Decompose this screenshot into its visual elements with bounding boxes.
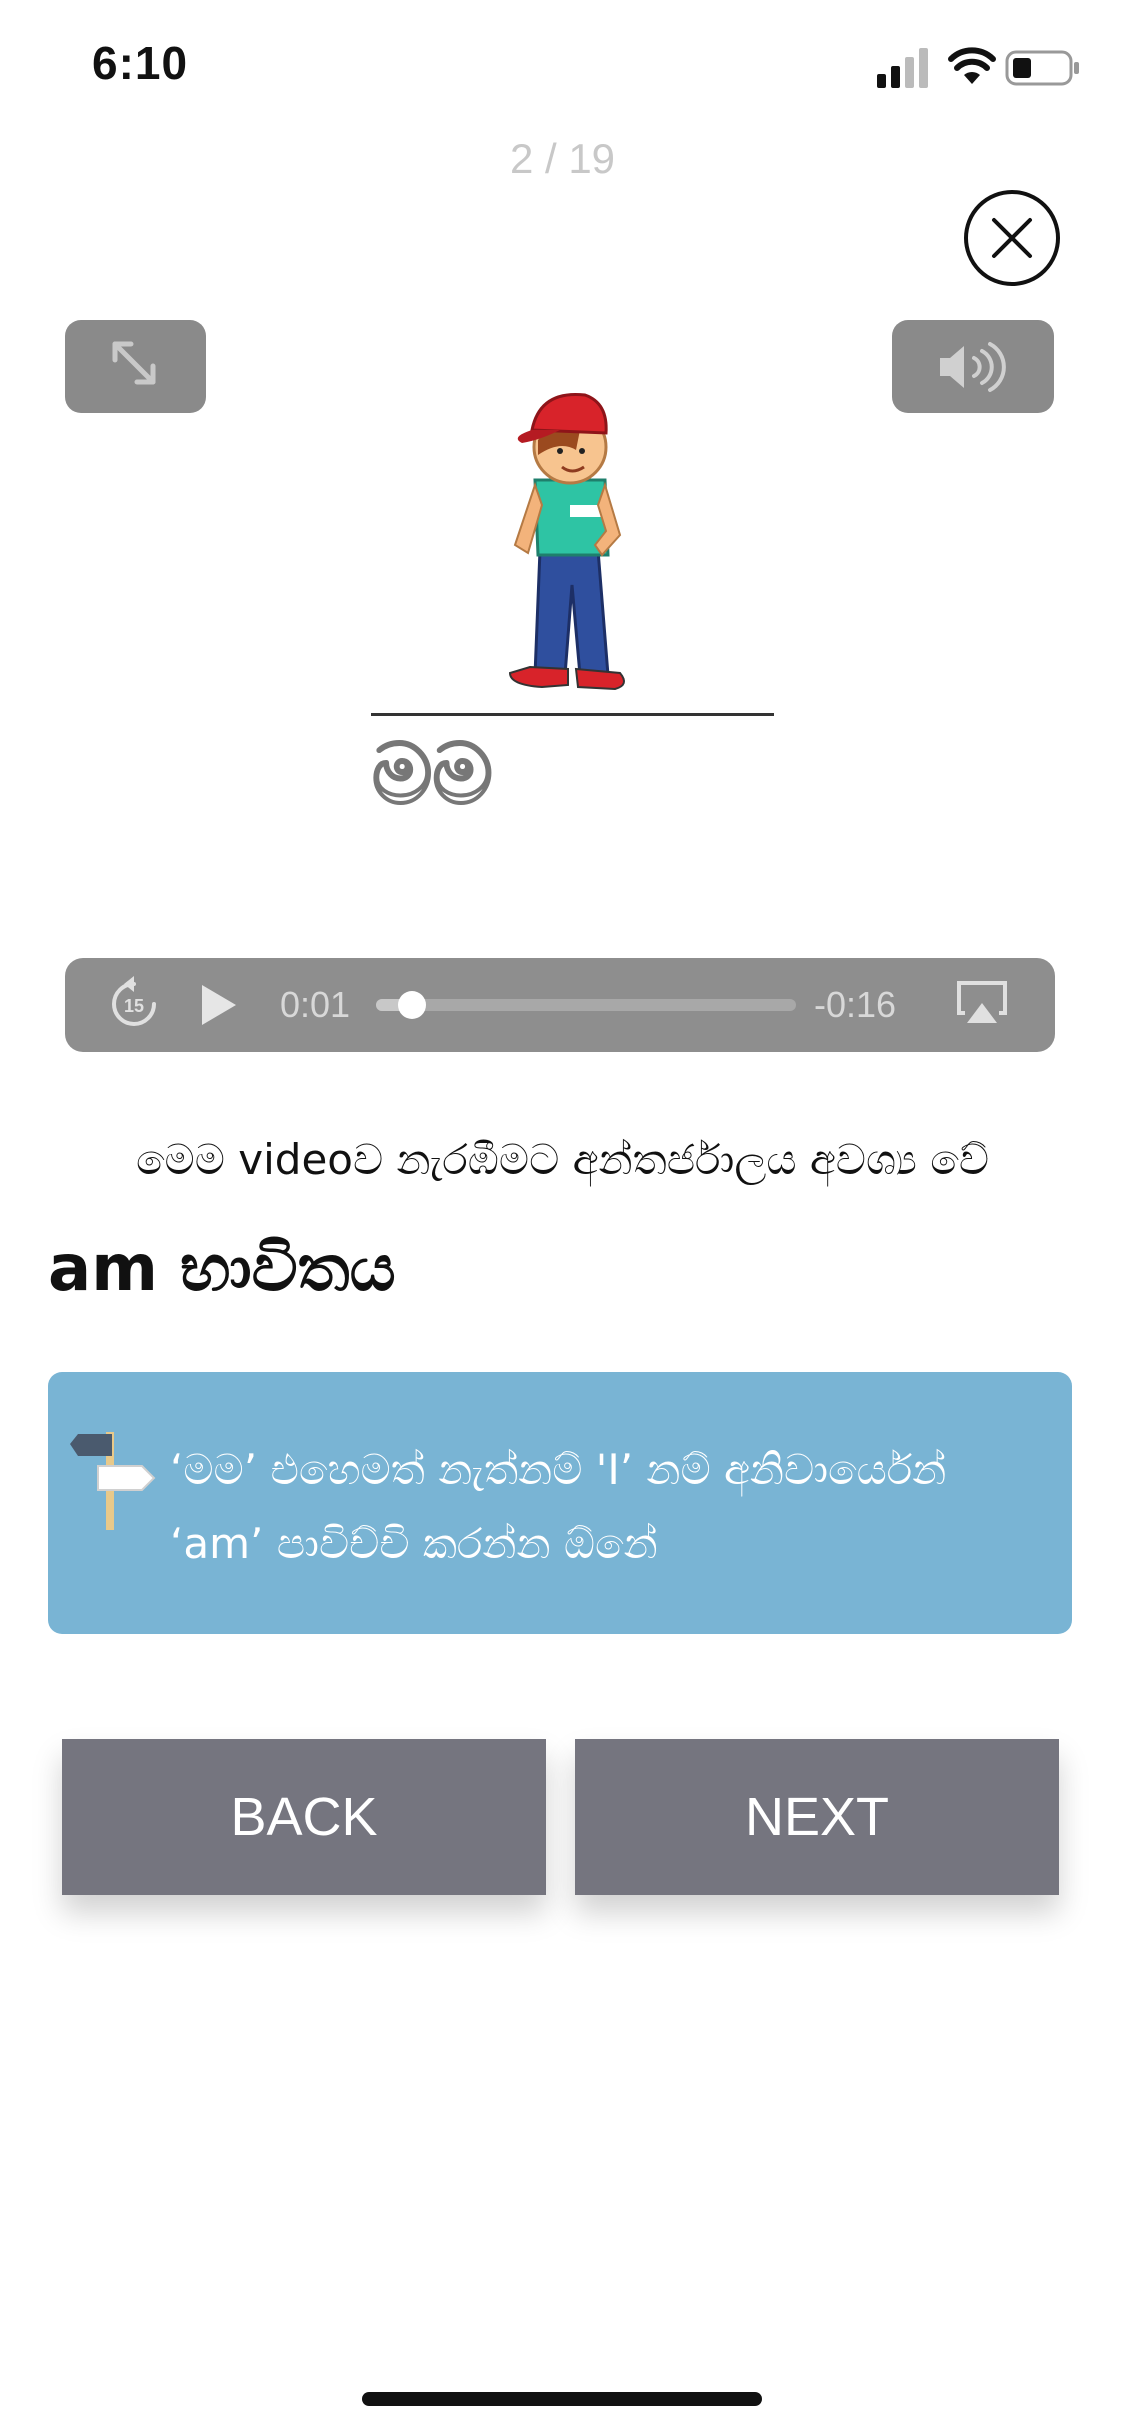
tip-text: ‘මම’ එහෙමත් නැත්නම් 'I’ නම් අනිවාර්යෙන් … [170,1433,1030,1581]
tip-line-2: ‘am’ පාවිච්චි කරන්න ඕනේ [170,1519,658,1568]
play-icon[interactable] [198,983,238,1027]
signal-icon [877,48,928,88]
close-button[interactable] [964,190,1060,286]
section-heading: am භාවිතය [48,1232,396,1306]
battery-icon [1005,50,1079,86]
video-scrubber-thumb[interactable] [398,991,426,1019]
video-progress-track[interactable] [376,999,796,1011]
status-time: 6:10 [92,37,189,89]
fullscreen-icon [112,341,156,385]
lesson-word: මම [370,723,495,825]
volume-button[interactable] [892,320,1054,413]
video-remaining-time: -0:16 [814,984,897,1025]
boy-illustration [508,392,625,691]
skip-label: 15 [124,996,144,1016]
tip-line-1: ‘මම’ එහෙමත් නැත්නම් 'I’ නම් අනිවාර්යෙන් [170,1445,947,1494]
back-button[interactable]: BACK [62,1739,546,1895]
fullscreen-button[interactable] [65,320,206,413]
home-indicator[interactable] [362,2392,762,2406]
wifi-icon [948,47,996,84]
close-icon [992,218,1032,258]
signpost-icon [70,1432,156,1530]
skip-back-15-icon[interactable]: 15 [110,976,158,1028]
airplay-icon[interactable] [955,979,1009,1025]
internet-required-notice: මෙම videoව නැරඹීමට අන්තර්ජාලය අවශ්‍ය වේ [135,1135,990,1184]
lesson-counter: 2 / 19 [509,135,616,182]
word-baseline [371,713,774,716]
next-button[interactable]: NEXT [575,1739,1059,1895]
volume-icon [940,342,1006,392]
video-elapsed-time: 0:01 [280,984,351,1025]
